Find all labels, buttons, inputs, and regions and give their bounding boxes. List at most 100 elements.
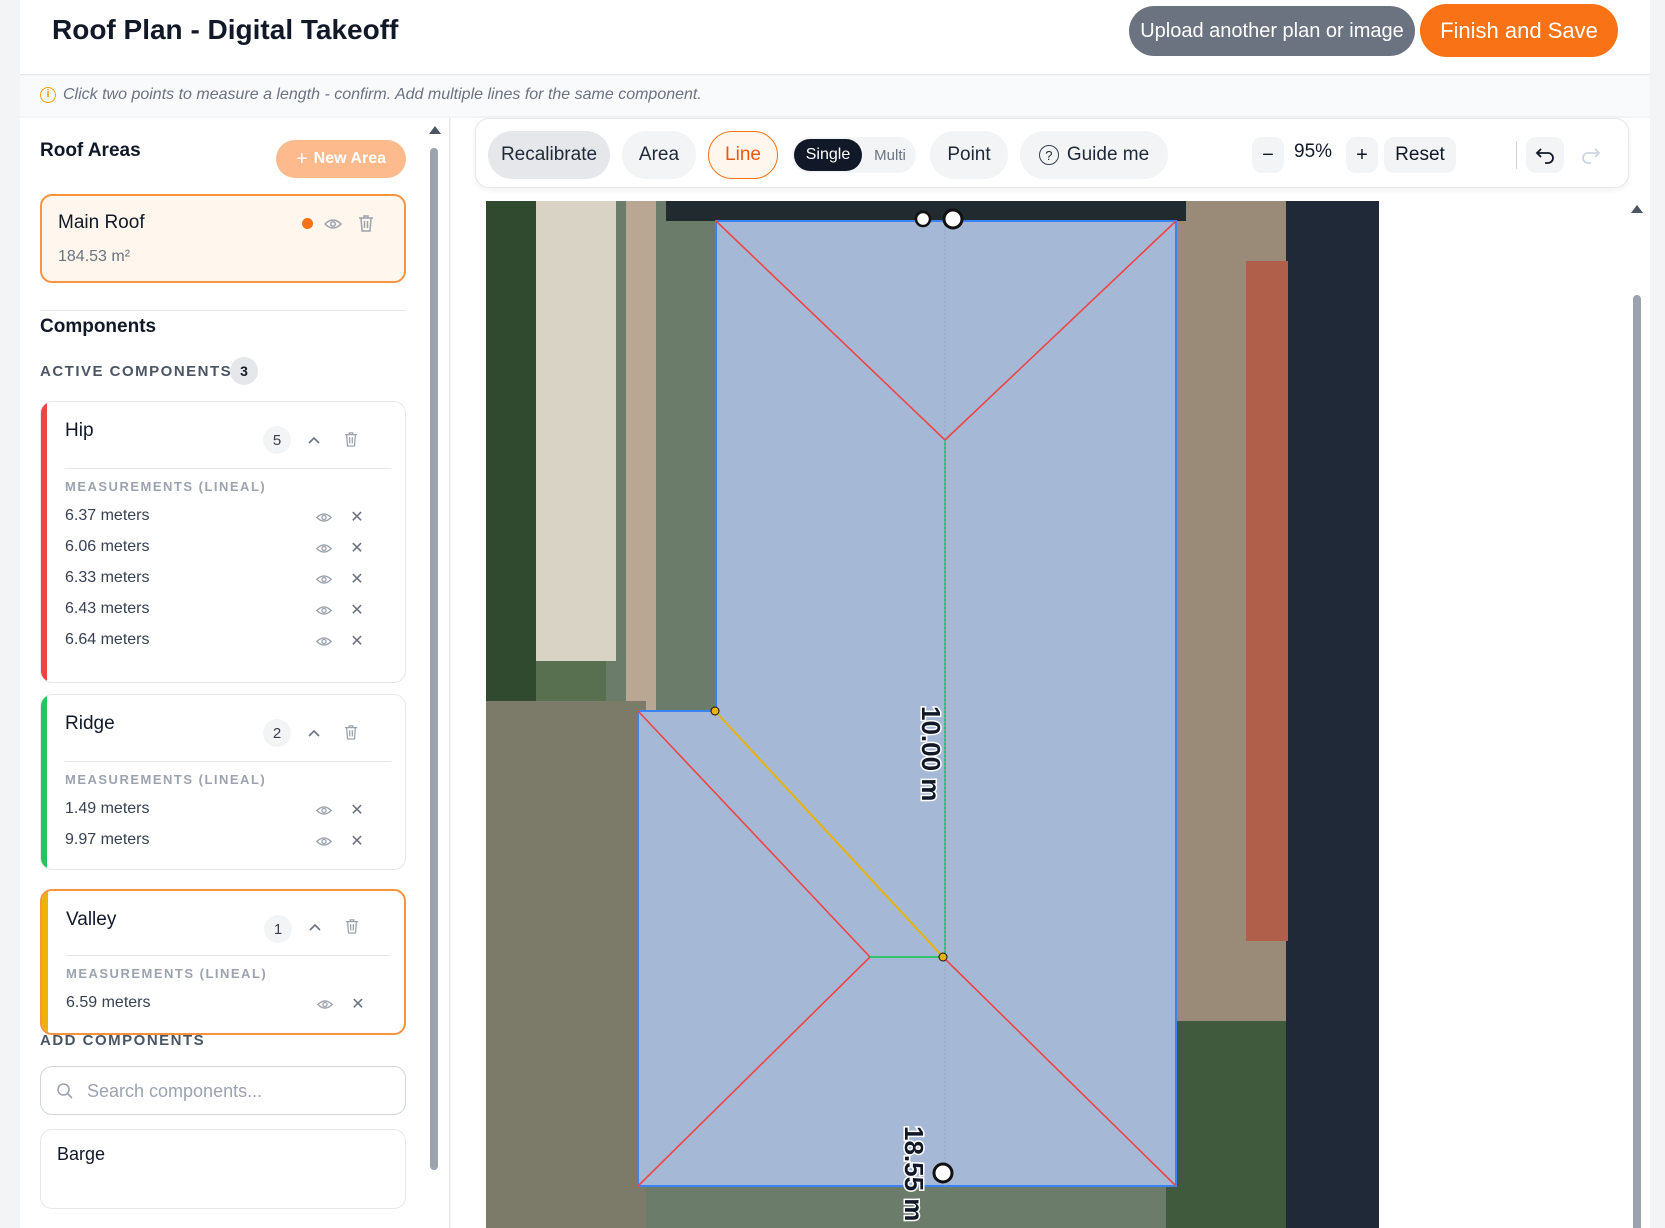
- eye-icon[interactable]: [315, 802, 333, 818]
- trash-icon[interactable]: [341, 722, 361, 742]
- measurement-row: 6.37 meters ✕: [65, 502, 391, 532]
- area-status-dot: [302, 218, 313, 229]
- component-name: Hip: [65, 420, 94, 441]
- guide-me-label: Guide me: [1066, 144, 1150, 165]
- eye-icon[interactable]: [316, 996, 334, 1012]
- measurements-label: MEASUREMENTS (LINEAL): [66, 966, 268, 981]
- component-option-barge[interactable]: Barge: [40, 1129, 406, 1209]
- new-area-button[interactable]: + New Area: [276, 140, 406, 178]
- scroll-up-arrow-icon[interactable]: [429, 126, 441, 134]
- close-icon[interactable]: ✕: [349, 833, 365, 850]
- roof-area-card-main[interactable]: Main Roof 184.53 m²: [40, 194, 406, 283]
- undo-button[interactable]: [1526, 137, 1564, 173]
- active-components-count: 3: [230, 357, 258, 385]
- eye-icon[interactable]: [315, 633, 333, 649]
- area-size: 184.53 m²: [58, 248, 131, 265]
- point-tool-button[interactable]: Point: [930, 131, 1008, 179]
- component-option-name: Barge: [57, 1144, 106, 1164]
- zoom-in-button[interactable]: +: [1346, 137, 1378, 173]
- component-color-bar: [41, 695, 47, 869]
- component-divider: [65, 468, 391, 469]
- close-icon[interactable]: ✕: [349, 571, 365, 588]
- guide-me-button[interactable]: ? Guide me: [1020, 131, 1168, 179]
- eye-icon[interactable]: [315, 833, 333, 849]
- help-circle-icon: ?: [1038, 145, 1059, 165]
- eye-icon[interactable]: [315, 571, 333, 587]
- sidebar-scrollbar[interactable]: [428, 126, 441, 1226]
- roof-plan-canvas[interactable]: 10.00 m 18.55 m: [486, 201, 1379, 1228]
- scrollbar-thumb[interactable]: [1633, 295, 1641, 1228]
- scroll-up-arrow-icon[interactable]: [1631, 205, 1643, 213]
- valley-end-point: [938, 952, 948, 962]
- eye-icon[interactable]: [315, 509, 333, 525]
- measurement-row: 6.43 meters ✕: [65, 595, 391, 625]
- zoom-out-button[interactable]: −: [1252, 137, 1284, 173]
- close-icon[interactable]: ✕: [349, 509, 365, 526]
- calibration-handle-top: [942, 208, 964, 230]
- valley-start-point: [710, 706, 720, 716]
- sidebar: Roof Areas + New Area Main Roof 184.53 m…: [20, 118, 450, 1228]
- toolbar-divider: [1516, 141, 1517, 169]
- chevron-up-icon[interactable]: [304, 430, 324, 450]
- app-header: Roof Plan - Digital Takeoff Upload anoth…: [20, 0, 1650, 75]
- finish-save-button[interactable]: Finish and Save: [1420, 4, 1618, 57]
- component-count: 5: [263, 426, 291, 454]
- close-icon[interactable]: ✕: [349, 802, 365, 819]
- measurement-row: 9.97 meters ✕: [65, 826, 391, 856]
- area-tool-button[interactable]: Area: [622, 131, 696, 179]
- canvas-scrollbar[interactable]: [1630, 205, 1644, 1228]
- search-input[interactable]: [87, 1079, 387, 1103]
- line-mode-toggle: Single Multi: [792, 137, 916, 173]
- section-divider: [40, 310, 406, 311]
- scrollbar-thumb[interactable]: [430, 148, 438, 1170]
- trash-icon[interactable]: [341, 429, 361, 449]
- eye-icon[interactable]: [322, 214, 344, 234]
- line-tool-button[interactable]: Line: [708, 131, 778, 179]
- redo-icon: [1582, 148, 1601, 164]
- search-icon: [55, 1081, 75, 1101]
- measurement-value: 6.37 meters: [65, 507, 150, 524]
- zoom-level: 95%: [1294, 141, 1333, 162]
- upload-plan-button[interactable]: Upload another plan or image: [1129, 6, 1415, 56]
- component-search[interactable]: [40, 1066, 406, 1115]
- page-title: Roof Plan - Digital Takeoff: [52, 14, 399, 45]
- trash-icon[interactable]: [355, 212, 377, 234]
- eye-icon[interactable]: [315, 540, 333, 556]
- measurement-value: 9.97 meters: [65, 831, 150, 848]
- component-card-valley[interactable]: Valley 1 MEASUREMENTS (LINEAL) 6.59 mete…: [40, 889, 406, 1035]
- bottom-dimension-label: 18.55 m: [899, 1126, 929, 1221]
- calibration-handle-top-b: [914, 210, 932, 228]
- active-components-label: ACTIVE COMPONENTS: [40, 363, 233, 380]
- area-name: Main Roof: [58, 212, 145, 233]
- close-icon[interactable]: ✕: [349, 540, 365, 557]
- single-mode-option[interactable]: Single: [794, 139, 862, 171]
- component-card-ridge[interactable]: Ridge 2 MEASUREMENTS (LINEAL) 1.49 meter…: [40, 694, 406, 870]
- measurement-row: 1.49 meters ✕: [65, 795, 391, 825]
- vertical-dimension-label: 10.00 m: [916, 706, 946, 801]
- component-divider: [66, 955, 390, 956]
- chevron-up-icon[interactable]: [305, 917, 325, 937]
- close-icon[interactable]: ✕: [349, 602, 365, 619]
- add-components-label: ADD COMPONENTS: [40, 1032, 206, 1049]
- app-root: Roof Plan - Digital Takeoff Upload anoth…: [0, 0, 1665, 1228]
- measurement-value: 6.33 meters: [65, 569, 150, 586]
- close-icon[interactable]: ✕: [349, 633, 365, 650]
- recalibrate-button[interactable]: Recalibrate: [488, 131, 610, 179]
- chevron-up-icon[interactable]: [304, 723, 324, 743]
- component-card-hip[interactable]: Hip 5 MEASUREMENTS (LINEAL) 6.37 meters …: [40, 401, 406, 683]
- plus-icon: +: [295, 147, 308, 170]
- undo-icon: [1535, 148, 1554, 164]
- measurement-row: 6.59 meters ✕: [66, 989, 390, 1019]
- redo-button[interactable]: [1572, 137, 1610, 173]
- multi-mode-option[interactable]: Multi: [866, 139, 914, 171]
- plan-image[interactable]: 10.00 m 18.55 m: [486, 201, 1379, 1228]
- instruction-hint: i Click two points to measure a length -…: [20, 76, 1650, 116]
- measurement-value: 1.49 meters: [65, 800, 150, 817]
- measurement-value: 6.43 meters: [65, 600, 150, 617]
- close-icon[interactable]: ✕: [350, 996, 366, 1013]
- calibration-handle-bottom: [932, 1162, 954, 1184]
- reset-zoom-button[interactable]: Reset: [1384, 137, 1456, 173]
- eye-icon[interactable]: [315, 602, 333, 618]
- component-name: Valley: [66, 909, 117, 930]
- trash-icon[interactable]: [342, 916, 362, 936]
